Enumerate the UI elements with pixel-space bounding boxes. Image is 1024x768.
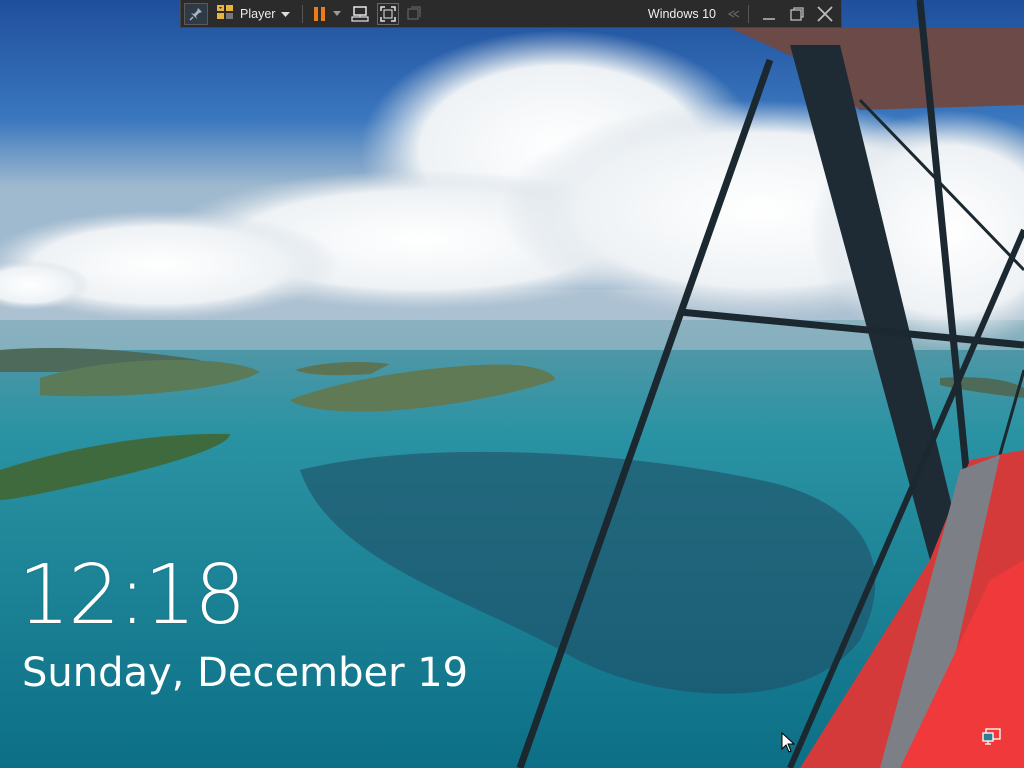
collapse-toolbar-icon[interactable] (726, 3, 742, 25)
toolbar-separator (302, 4, 304, 23)
mouse-cursor-icon (781, 731, 796, 754)
pin-icon[interactable] (184, 2, 208, 25)
pause-dropdown-button[interactable] (331, 3, 343, 25)
chevron-down-icon (281, 7, 291, 21)
unity-button[interactable] (403, 3, 425, 25)
minimize-button[interactable] (755, 3, 783, 25)
toolbar-separator (748, 4, 749, 23)
send-ctrl-alt-del-button[interactable] (349, 3, 371, 25)
network-icon[interactable] (982, 727, 1002, 747)
player-menu-button[interactable]: Player (212, 3, 296, 25)
vmware-player-icon (216, 4, 234, 23)
restore-button[interactable] (783, 3, 811, 25)
lock-screen-time: 12:18 (18, 548, 246, 643)
vm-toolbar: Player Windows 10 (180, 0, 842, 28)
vm-name-label: Windows 10 (647, 6, 716, 21)
fullscreen-button[interactable] (377, 2, 400, 25)
close-button[interactable] (811, 3, 839, 25)
pause-button[interactable] (309, 3, 331, 25)
lock-screen-date: Sunday, December 19 (22, 650, 469, 696)
player-label: Player (240, 6, 276, 21)
